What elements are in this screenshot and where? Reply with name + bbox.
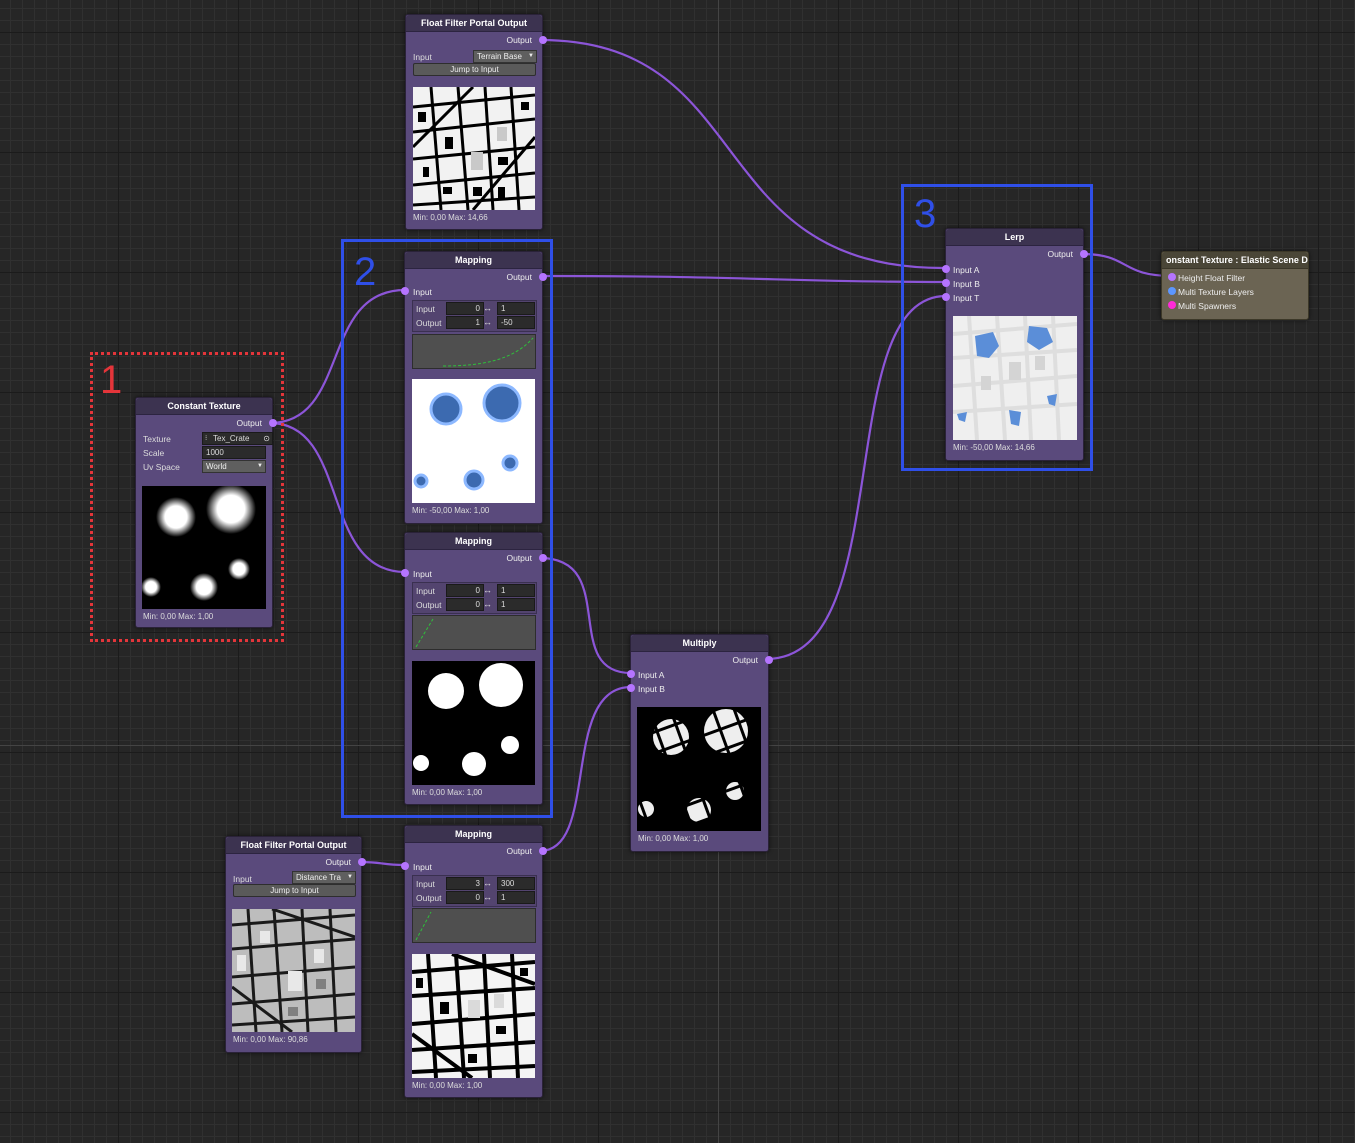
range-output-label: Output — [416, 893, 442, 903]
input-port-label: Input — [413, 862, 432, 872]
min-max-label: Min: 0,00 Max: 90,86 — [233, 1035, 308, 1044]
preview-image — [412, 954, 535, 1078]
grid-guide-vertical — [718, 0, 719, 1143]
output-port[interactable] — [765, 656, 773, 664]
jump-to-input-button[interactable]: Jump to Input — [413, 63, 536, 76]
node-title: Mapping — [405, 826, 542, 843]
elastic-scene-def-node[interactable]: onstant Texture : Elastic Scene Def Heig… — [1161, 251, 1309, 320]
input-max-field[interactable]: 300 — [497, 877, 535, 890]
min-max-label: Min: 0,00 Max: 14,66 — [413, 213, 488, 222]
output-max-field[interactable]: 1 — [497, 891, 535, 904]
node-title: onstant Texture : Elastic Scene Def — [1162, 252, 1308, 269]
multi-spawners-label: Multi Spawners — [1178, 301, 1237, 311]
min-max-label: Min: 0,00 Max: 1,00 — [638, 834, 709, 843]
multi-spawners-port[interactable] — [1168, 301, 1176, 309]
output-label: Output — [506, 35, 532, 45]
jump-to-input-button[interactable]: Jump to Input — [233, 884, 356, 897]
output-label: Output — [325, 857, 351, 867]
min-max-label: Min: 0,00 Max: 1,00 — [412, 1081, 483, 1090]
multiply-node[interactable]: Multiply Output Input A Input B Min: 0,0… — [627, 634, 773, 852]
node-title: Float Filter Portal Output — [226, 837, 361, 854]
float-filter-portal-output-node-bottom[interactable]: Float Filter Portal Output Output Input … — [225, 836, 366, 1053]
mapping-curve[interactable] — [412, 908, 536, 943]
preview-image — [232, 909, 355, 1032]
height-float-filter-label: Height Float Filter — [1178, 273, 1246, 283]
dropdown-value: Distance Tra — [296, 873, 341, 882]
annotation-number-1: 1 — [100, 358, 123, 402]
node-title: Float Filter Portal Output — [406, 15, 542, 32]
input-port[interactable] — [401, 862, 409, 870]
output-label: Output — [506, 846, 532, 856]
range-arrow-icon: ↔ — [483, 892, 492, 902]
multi-texture-layers-port[interactable] — [1168, 287, 1176, 295]
mapping-node-3[interactable]: Mapping Output Input Input 3 ↔ 300 Outpu… — [401, 825, 547, 1098]
curve-graph — [415, 911, 432, 941]
input-label: Input — [413, 52, 432, 62]
wire-ffp-top-to-lerp-a[interactable] — [539, 38, 947, 270]
height-float-filter-port[interactable] — [1168, 273, 1176, 281]
city-map-preview — [413, 87, 535, 210]
input-label: Input — [233, 874, 252, 884]
portal-input-dropdown[interactable]: Distance Tra ▼ — [292, 871, 356, 884]
input-a-label: Input A — [638, 670, 665, 680]
annotation-box-2 — [341, 239, 553, 818]
annotation-number-2: 2 — [354, 250, 377, 294]
input-min-field[interactable]: 3 — [446, 877, 484, 890]
output-port[interactable] — [358, 858, 366, 866]
chevron-down-icon: ▼ — [528, 53, 534, 59]
range-input-label: Input — [416, 879, 435, 889]
output-label: Output — [732, 655, 758, 665]
output-min-field[interactable]: 0 — [446, 891, 484, 904]
chevron-down-icon: ▼ — [347, 874, 353, 880]
preview-image — [637, 707, 761, 831]
wire-lerp-to-scene-def[interactable] — [1081, 252, 1173, 278]
output-port[interactable] — [539, 847, 547, 855]
distance-field-preview — [232, 909, 355, 1032]
input-b-port[interactable] — [627, 684, 635, 692]
input-a-port[interactable] — [627, 670, 635, 678]
node-title: Multiply — [631, 635, 768, 652]
preview-image — [413, 87, 535, 210]
wire-mapping1-to-lerp-b[interactable] — [539, 274, 947, 284]
masked-city-preview — [637, 707, 761, 831]
float-filter-portal-output-node-top[interactable]: Float Filter Portal Output Output Input … — [405, 14, 547, 230]
range-arrow-icon: ↔ — [483, 878, 492, 888]
wire-mapping3-to-multiply-b[interactable] — [539, 685, 632, 853]
multi-texture-layers-label: Multi Texture Layers — [1178, 287, 1254, 297]
dropdown-value: Terrain Base — [477, 52, 522, 61]
city-map-mask-preview — [412, 954, 535, 1078]
annotation-number-3: 3 — [914, 192, 937, 236]
wire-mapping2-to-multiply-a[interactable] — [539, 556, 632, 675]
output-port[interactable] — [539, 36, 547, 44]
portal-input-dropdown[interactable]: Terrain Base ▼ — [473, 50, 537, 63]
input-b-label: Input B — [638, 684, 665, 694]
